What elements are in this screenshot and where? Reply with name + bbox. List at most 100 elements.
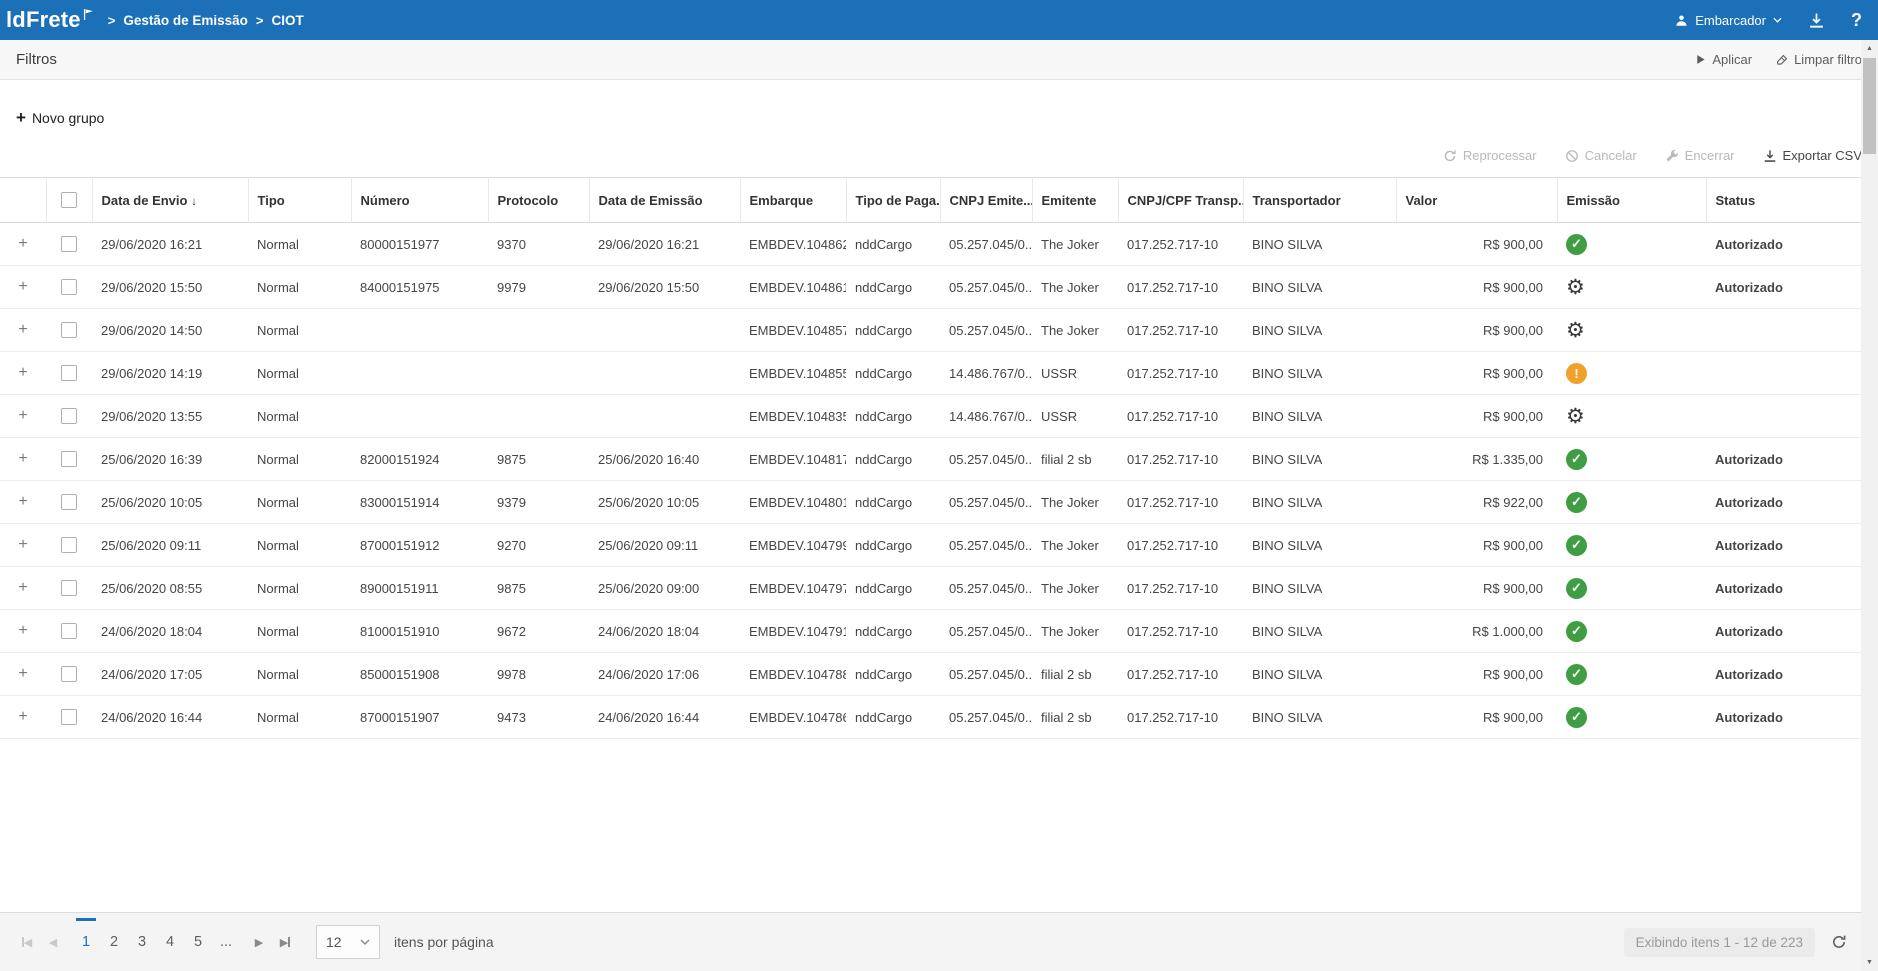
chevron-down-icon <box>360 939 370 945</box>
row-checkbox[interactable] <box>61 322 77 338</box>
row-checkbox[interactable] <box>61 709 77 725</box>
cell-tipo-pagamento: nddCargo <box>846 696 940 739</box>
scrollbar-thumb[interactable] <box>1863 58 1876 154</box>
reprocess-button[interactable]: Reprocessar <box>1443 148 1537 163</box>
plus-icon: + <box>16 111 26 125</box>
column-header-emitente[interactable]: Emitente <box>1032 178 1118 223</box>
row-checkbox[interactable] <box>61 623 77 639</box>
column-header-data-emissao[interactable]: Data de Emissão <box>589 178 740 223</box>
column-header-data-envio[interactable]: Data de Envio ↓ <box>92 178 248 223</box>
pager-page-1[interactable]: 1 <box>72 925 100 959</box>
column-header-valor[interactable]: Valor <box>1396 178 1557 223</box>
column-header-status[interactable]: Status <box>1706 178 1861 223</box>
table-row[interactable]: +24/06/2020 17:05Normal85000151908997824… <box>0 653 1861 696</box>
cell-tipo: Normal <box>248 696 351 739</box>
row-expand-button[interactable]: + <box>15 536 31 554</box>
row-expand-button[interactable]: + <box>15 235 31 253</box>
row-checkbox[interactable] <box>61 236 77 252</box>
new-group-button[interactable]: + Novo grupo <box>0 80 120 126</box>
column-header-transportador[interactable]: Transportador <box>1243 178 1396 223</box>
pager-next-button[interactable]: ▶ <box>246 936 272 949</box>
cell-emissao: ✓ <box>1557 524 1706 567</box>
pager-more-button[interactable]: ... <box>212 925 240 959</box>
table-row[interactable]: +29/06/2020 16:21Normal80000151977937029… <box>0 223 1861 266</box>
pager-page-2[interactable]: 2 <box>100 925 128 959</box>
table-row[interactable]: +29/06/2020 14:19NormalEMBDEV.104855nddC… <box>0 352 1861 395</box>
table-row[interactable]: +29/06/2020 13:55NormalEMBDEV.104835nddC… <box>0 395 1861 438</box>
row-checkbox[interactable] <box>61 666 77 682</box>
filters-title: Filtros <box>16 51 57 68</box>
breadcrumb-item-ciot[interactable]: CIOT <box>272 13 304 28</box>
row-checkbox[interactable] <box>61 537 77 553</box>
column-header-tipo[interactable]: Tipo <box>248 178 351 223</box>
table-row[interactable]: +25/06/2020 16:39Normal82000151924987525… <box>0 438 1861 481</box>
row-expand-button[interactable]: + <box>15 493 31 511</box>
cell-data-envio: 25/06/2020 08:55 <box>92 567 248 610</box>
cell-protocolo: 9979 <box>488 266 589 309</box>
row-expand-button[interactable]: + <box>15 665 31 683</box>
cell-numero: 81000151910 <box>351 610 488 653</box>
pager-page-5[interactable]: 5 <box>184 925 212 959</box>
end-button[interactable]: Encerrar <box>1665 148 1735 163</box>
pager-first-button[interactable]: ◀ <box>14 936 40 949</box>
table-row[interactable]: +25/06/2020 08:55Normal89000151911987525… <box>0 567 1861 610</box>
emission-processing-icon: ⚙ <box>1566 319 1585 342</box>
breadcrumb-separator: > <box>108 13 116 28</box>
table-row[interactable]: +25/06/2020 09:11Normal87000151912927025… <box>0 524 1861 567</box>
table-row[interactable]: +24/06/2020 18:04Normal81000151910967224… <box>0 610 1861 653</box>
row-expand-button[interactable]: + <box>15 321 31 339</box>
column-header-tipo-pagamento[interactable]: Tipo de Paga... <box>846 178 940 223</box>
clear-filter-button[interactable]: Limpar filtro <box>1776 52 1862 67</box>
row-expand-button[interactable]: + <box>15 278 31 296</box>
row-expand-button[interactable]: + <box>15 450 31 468</box>
pager-page-4[interactable]: 4 <box>156 925 184 959</box>
row-checkbox[interactable] <box>61 451 77 467</box>
row-checkbox[interactable] <box>61 408 77 424</box>
row-checkbox[interactable] <box>61 365 77 381</box>
column-header-emissao[interactable]: Emissão <box>1557 178 1706 223</box>
row-expand-button[interactable]: + <box>15 708 31 726</box>
cell-data-emissao: 24/06/2020 16:44 <box>589 696 740 739</box>
cancel-button[interactable]: Cancelar <box>1565 148 1637 163</box>
row-checkbox[interactable] <box>61 580 77 596</box>
column-header-protocolo[interactable]: Protocolo <box>488 178 589 223</box>
column-header-cnpj-emitente[interactable]: CNPJ Emite... <box>940 178 1032 223</box>
row-expand-button[interactable]: + <box>15 579 31 597</box>
cell-status: Autorizado <box>1706 524 1861 567</box>
column-header-numero[interactable]: Número <box>351 178 488 223</box>
row-checkbox[interactable] <box>61 279 77 295</box>
row-checkbox[interactable] <box>61 494 77 510</box>
pager-prev-button[interactable]: ◀ <box>40 936 66 949</box>
user-menu-button[interactable]: Embarcador <box>1675 13 1782 28</box>
column-header-cnpj-cpf-transportador[interactable]: CNPJ/CPF Transp... <box>1118 178 1243 223</box>
table-row[interactable]: +25/06/2020 10:05Normal83000151914937925… <box>0 481 1861 524</box>
table-row[interactable]: +29/06/2020 14:50NormalEMBDEV.104857nddC… <box>0 309 1861 352</box>
table-row[interactable]: +24/06/2020 16:44Normal87000151907947324… <box>0 696 1861 739</box>
pager-refresh-button[interactable] <box>1831 934 1847 950</box>
scroll-down-icon[interactable]: ▼ <box>1861 954 1878 971</box>
row-expand-button[interactable]: + <box>15 622 31 640</box>
pager-last-button[interactable]: ▶ <box>272 936 298 949</box>
table-row[interactable]: +29/06/2020 15:50Normal84000151975997929… <box>0 266 1861 309</box>
scroll-up-icon[interactable]: ▲ <box>1861 40 1878 57</box>
cell-data-emissao: 25/06/2020 09:11 <box>589 524 740 567</box>
cell-data-emissao: 29/06/2020 16:21 <box>589 223 740 266</box>
cell-tipo-pagamento: nddCargo <box>846 395 940 438</box>
page-size-select[interactable]: 12 <box>316 925 380 959</box>
cell-status: Autorizado <box>1706 481 1861 524</box>
cell-cnpj-emitente: 05.257.045/0... <box>940 309 1032 352</box>
cell-tipo: Normal <box>248 567 351 610</box>
column-header-embarque[interactable]: Embarque <box>740 178 846 223</box>
apply-filter-button[interactable]: Aplicar <box>1695 52 1752 67</box>
row-expand-button[interactable]: + <box>15 364 31 382</box>
app-logo[interactable]: ldFrete <box>6 7 94 33</box>
row-expand-button[interactable]: + <box>15 407 31 425</box>
select-all-checkbox[interactable] <box>61 192 77 208</box>
export-csv-button[interactable]: Exportar CSV <box>1763 148 1862 163</box>
cell-embarque: EMBDEV.104861 <box>740 266 846 309</box>
vertical-scrollbar[interactable]: ▲ ▼ <box>1861 40 1878 971</box>
breadcrumb-item-gestao[interactable]: Gestão de Emissão <box>123 13 248 28</box>
pager-page-3[interactable]: 3 <box>128 925 156 959</box>
download-button[interactable] <box>1808 12 1825 29</box>
help-button[interactable]: ? <box>1851 10 1862 31</box>
